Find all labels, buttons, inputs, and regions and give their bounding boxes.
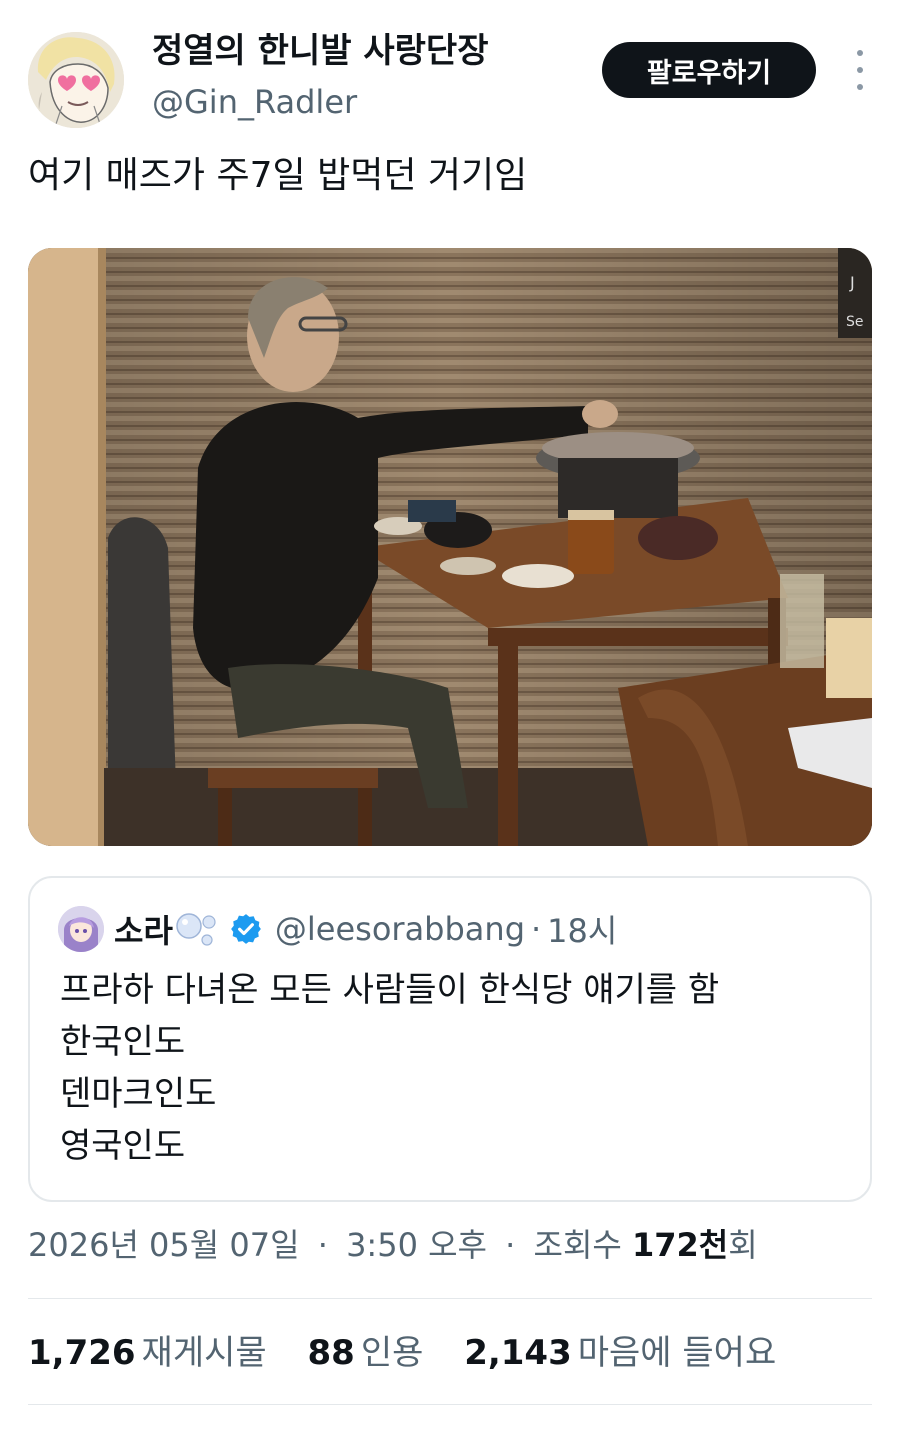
views-suffix: 회	[728, 1226, 758, 1264]
quoted-tweet[interactable]: 소라 @leesorabbang · 18시 프라하 다녀온 모든 사람들이 한…	[28, 876, 872, 1202]
anime-portrait-avatar-icon	[28, 32, 124, 128]
quoted-timestamp[interactable]: 18시	[547, 906, 617, 952]
more-dot	[857, 50, 863, 56]
meta-separator: ·	[505, 1226, 516, 1264]
anime-girl-avatar-icon	[58, 906, 104, 952]
quoted-text-line: 영국인도	[60, 1126, 186, 1166]
bubbles-icon	[176, 913, 216, 946]
author-names: 정열의 한니발 사랑단장 @Gin_Radler	[152, 28, 488, 124]
quotes-stat[interactable]: 88 인용	[307, 1326, 423, 1380]
likes-count: 2,143	[464, 1333, 572, 1373]
more-vertical-icon[interactable]	[848, 50, 872, 90]
quoted-author-handle[interactable]: @leesorabbang	[275, 910, 525, 948]
verified-badge-icon	[231, 914, 261, 944]
tweet-time[interactable]: 3:50 오후	[346, 1226, 487, 1264]
tweet-text: 여기 매즈가 주7일 밥먹던 거기임	[28, 155, 528, 196]
quotes-count: 88	[307, 1333, 355, 1373]
views-count[interactable]: 172천	[632, 1226, 728, 1264]
quoted-text-line: 한국인도	[60, 1022, 186, 1062]
likes-stat[interactable]: 2,143 마음에 들어요	[464, 1326, 776, 1380]
retweets-label: 재게시물	[141, 1333, 267, 1373]
tweet-header: 정열의 한니발 사랑단장 @Gin_Radler 팔로우하기	[28, 28, 872, 128]
tweet-date[interactable]: 2026년 05월 07일	[28, 1226, 300, 1264]
retweets-stat[interactable]: 1,726 재게시물	[28, 1326, 267, 1380]
quoted-tweet-header: 소라 @leesorabbang · 18시	[58, 904, 617, 954]
svg-text:Se: Se	[846, 314, 864, 330]
restaurant-photo-icon: J Se	[28, 248, 872, 846]
views-prefix: 조회수	[533, 1226, 622, 1264]
retweets-count: 1,726	[28, 1333, 136, 1373]
author-handle[interactable]: @Gin_Radler	[152, 80, 488, 124]
quoted-author-avatar[interactable]	[58, 906, 104, 952]
more-dot	[857, 84, 863, 90]
quoted-separator: ·	[531, 910, 542, 948]
quoted-text-line: 덴마크인도	[60, 1074, 217, 1114]
follow-button[interactable]: 팔로우하기	[602, 42, 816, 98]
author-avatar[interactable]	[28, 32, 124, 128]
more-dot	[857, 67, 863, 73]
quotes-label: 인용	[360, 1333, 424, 1373]
quoted-text-line: 프라하 다녀온 모든 사람들이 한식당 얘기를 함	[60, 970, 720, 1010]
author-display-name[interactable]: 정열의 한니발 사랑단장	[152, 28, 488, 74]
likes-label: 마음에 들어요	[577, 1333, 777, 1373]
tweet-meta: 2026년 05월 07일 · 3:50 오후 · 조회수 172천회	[28, 1220, 758, 1270]
tweet-photo[interactable]: J Se	[28, 248, 872, 846]
meta-separator: ·	[317, 1226, 328, 1264]
divider	[28, 1298, 872, 1299]
quoted-author-name[interactable]: 소라	[114, 906, 173, 952]
quoted-tweet-text: 프라하 다녀온 모든 사람들이 한식당 얘기를 함 한국인도 덴마크인도 영국인…	[60, 964, 719, 1172]
divider	[28, 1404, 872, 1405]
engagement-stats: 1,726 재게시물 88 인용 2,143 마음에 들어요	[28, 1326, 806, 1380]
svg-text:J: J	[849, 273, 855, 292]
